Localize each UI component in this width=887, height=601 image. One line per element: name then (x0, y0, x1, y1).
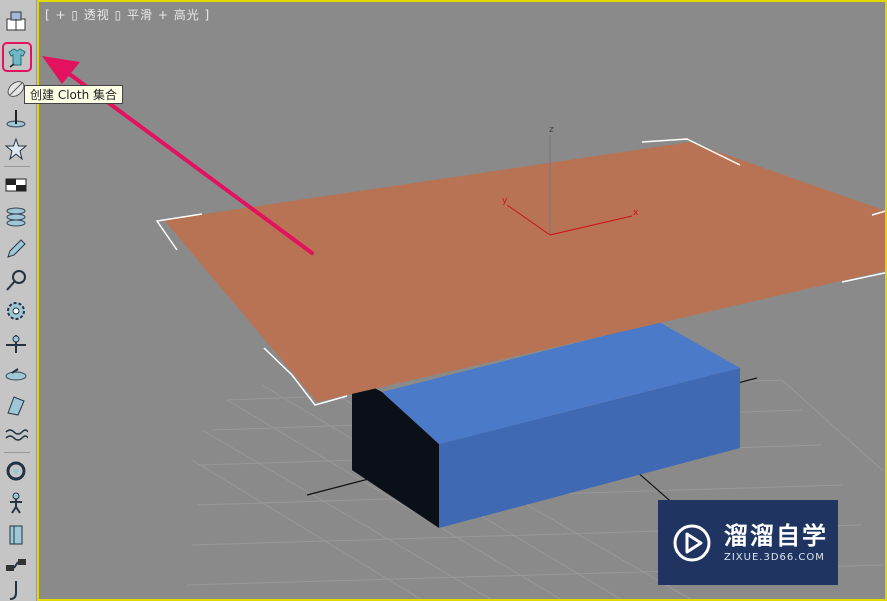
bricks-icon[interactable] (3, 8, 29, 34)
star-icon[interactable] (3, 136, 29, 162)
disc-icon[interactable] (3, 362, 29, 388)
figure-icon[interactable] (3, 490, 29, 516)
axis-y-label: y (502, 196, 508, 206)
play-logo-icon (673, 524, 711, 561)
separator (4, 452, 30, 453)
separator (4, 166, 30, 167)
bend-icon[interactable] (3, 392, 29, 418)
joint-icon[interactable] (3, 330, 29, 356)
watermark-subtitle: ZIXUE.3D66.COM (724, 552, 825, 563)
pencil-icon[interactable] (3, 236, 29, 262)
pin-icon[interactable] (3, 106, 29, 132)
stack-icon[interactable] (3, 204, 29, 230)
wave-icon[interactable] (3, 422, 29, 448)
cloth-shirt-icon[interactable] (2, 42, 32, 72)
panel-icon[interactable] (3, 522, 29, 548)
gear-icon[interactable] (3, 298, 29, 324)
link-icon[interactable] (3, 552, 29, 578)
checker-icon[interactable] (3, 172, 29, 198)
tooltip: 创建 Cloth 集合 (24, 85, 123, 104)
ring-icon[interactable] (3, 458, 29, 484)
watermark: 溜溜自学 ZIXUE.3D66.COM (658, 500, 838, 585)
watermark-title: 溜溜自学 (724, 522, 828, 550)
axis-z-label: z (549, 125, 554, 135)
axis-x-label: x (633, 208, 639, 218)
hook-icon[interactable] (3, 578, 29, 601)
magnet-icon[interactable] (3, 268, 29, 294)
